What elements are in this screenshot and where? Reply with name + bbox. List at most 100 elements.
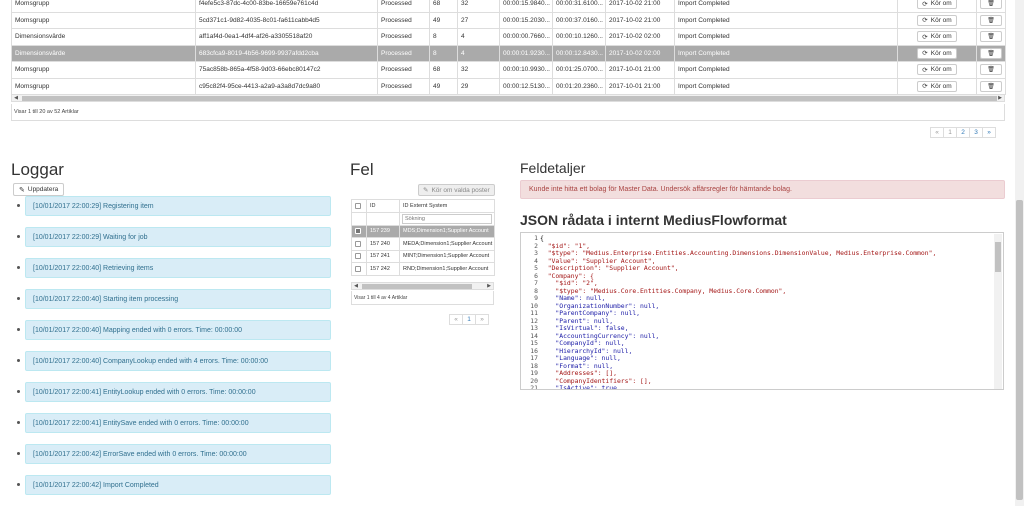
cell-time-2: 00:00:10.1260... xyxy=(552,28,606,46)
bullet-icon xyxy=(17,483,20,486)
select-all-checkbox[interactable] xyxy=(355,202,361,209)
cell-result: Import Completed xyxy=(674,11,898,29)
cell-result: Import Completed xyxy=(674,0,898,13)
delete-cell: 🗑 xyxy=(976,0,1006,13)
rerun-button[interactable]: ⟳ Kör om xyxy=(917,31,957,43)
page-link[interactable]: 3 xyxy=(969,127,983,138)
bullet-icon xyxy=(17,328,20,331)
error-alert: Kunde inte hitta ett bolag för Master Da… xyxy=(520,180,1005,199)
cell-type: Momsgrupp xyxy=(11,11,196,29)
scrollbar-thumb[interactable] xyxy=(22,96,997,101)
rerun-button[interactable]: ⟳ Kör om xyxy=(917,64,957,76)
rerun-cell: ⟳ Kör om xyxy=(897,11,977,29)
delete-button[interactable]: 🗑 xyxy=(980,0,1002,10)
scroll-left-icon[interactable]: ◀ xyxy=(12,95,20,102)
bullet-icon xyxy=(17,266,20,269)
search-input[interactable] xyxy=(402,213,492,224)
rerun-button[interactable]: ⟳ Kör om xyxy=(917,47,957,59)
log-entry: [10/01/2017 22:00:40] Starting item proc… xyxy=(25,289,331,309)
error-row[interactable]: 157 242 RND;Dimension1;Supplier Account xyxy=(351,262,495,276)
refresh-button[interactable]: ✎ Uppdatera xyxy=(13,183,65,196)
code-vertical-scrollbar[interactable] xyxy=(994,234,1002,389)
details-title: Feldetaljer xyxy=(520,160,586,176)
delete-button[interactable]: 🗑 xyxy=(980,14,1002,26)
delete-cell: 🗑 xyxy=(976,11,1006,29)
cell-count-a: 8 xyxy=(429,44,458,62)
rerun-button[interactable]: ⟳ Kör om xyxy=(917,80,957,92)
delete-cell: 🗑 xyxy=(976,28,1006,46)
scroll-left-icon[interactable]: ◀ xyxy=(352,283,360,290)
cell-id: f4efe5c3-87dc-4c00-83be-16659e761c4d xyxy=(195,0,378,13)
refresh-icon: ⟳ xyxy=(922,50,928,58)
bullet-icon xyxy=(17,297,20,300)
rerun-label: Kör om xyxy=(930,66,952,74)
page-link[interactable]: « xyxy=(449,314,463,325)
error-row[interactable]: 157 241 MINT;Dimension1;Supplier Account xyxy=(351,249,495,263)
table-row[interactable]: Momsgrupp f4efe5c3-87dc-4c00-83be-16659e7… xyxy=(11,0,1006,13)
log-entry: [10/01/2017 22:00:41] EntityLookup ended… xyxy=(25,382,331,402)
rerun-button[interactable]: ⟳ Kör om xyxy=(917,14,957,26)
delete-cell: 🗑 xyxy=(976,44,1006,62)
bullet-icon xyxy=(17,359,20,362)
log-item: [10/01/2017 22:00:41] EntitySave ended w… xyxy=(11,413,331,433)
row-checkbox[interactable] xyxy=(355,228,361,235)
import-table: Momsgrupp f4efe5c3-87dc-4c00-83be-16659e7… xyxy=(11,0,1006,95)
cell-type: Dimensionsvärde xyxy=(11,44,196,62)
cell-date: 2017-10-01 21:00 xyxy=(605,61,675,79)
delete-button[interactable]: 🗑 xyxy=(980,64,1002,76)
cell-result: Import Completed xyxy=(674,28,898,46)
errors-horizontal-scrollbar[interactable]: ◀ ▶ xyxy=(351,282,494,290)
code-content[interactable]: { "$id": "1", "$type": "Medius.Enterpris… xyxy=(540,234,936,389)
cell-id: aff1af4d-0ea1-4df4-af26-a3305518af20 xyxy=(195,28,378,46)
table-horizontal-scrollbar[interactable]: ◀ ▶ xyxy=(11,94,1005,102)
cell-time-1: 00:00:10.9930... xyxy=(499,61,553,79)
trash-icon: 🗑 xyxy=(987,83,995,90)
delete-button[interactable]: 🗑 xyxy=(980,47,1002,59)
delete-button[interactable]: 🗑 xyxy=(980,31,1002,43)
scrollbar-thumb[interactable] xyxy=(362,284,472,289)
log-item: [10/01/2017 22:00:29] Registering item xyxy=(11,196,331,216)
page-link[interactable]: » xyxy=(982,127,996,138)
page-link[interactable]: 2 xyxy=(956,127,970,138)
row-checkbox[interactable] xyxy=(355,265,361,272)
log-entry: [10/01/2017 22:00:42] Import Completed xyxy=(25,475,331,495)
cell-status: Processed xyxy=(377,77,430,95)
scroll-right-icon[interactable]: ▶ xyxy=(996,95,1004,102)
refresh-icon: ⟳ xyxy=(922,66,928,74)
page-link[interactable]: » xyxy=(475,314,489,325)
rerun-label: Kör om xyxy=(930,0,952,8)
refresh-icon: ⟳ xyxy=(922,83,928,91)
cell-result: Import Completed xyxy=(674,61,898,79)
cell-id: 5cd371c1-9d82-4035-8c01-fa611cabb4d5 xyxy=(195,11,378,29)
row-checkbox[interactable] xyxy=(355,253,361,260)
page-link[interactable]: 1 xyxy=(462,314,476,325)
col-header-external-id[interactable]: ID Externt System xyxy=(399,199,495,213)
filter-cell xyxy=(399,211,495,226)
page: Momsgrupp f4efe5c3-87dc-4c00-83be-16659e7… xyxy=(0,0,1024,506)
col-header-id[interactable]: ID xyxy=(366,199,400,213)
table-row[interactable]: Dimensionsvärde aff1af4d-0ea1-4df4-af26-a… xyxy=(11,28,1006,46)
log-item: [10/01/2017 22:00:40] Starting item proc… xyxy=(11,289,331,309)
error-row[interactable]: 157 239 MDS;Dimension1;Supplier Account xyxy=(351,224,495,238)
cell-count-a: 68 xyxy=(429,0,458,13)
table-row[interactable]: Momsgrupp c95c82f4-95ce-4413-a2a9-a3a8d7d… xyxy=(11,77,1006,95)
page-link[interactable]: 1 xyxy=(943,127,957,138)
cell-time-1: 00:00:12.5130... xyxy=(499,77,553,95)
scrollbar-thumb[interactable] xyxy=(995,242,1001,272)
page-link[interactable]: « xyxy=(930,127,944,138)
scroll-right-icon[interactable]: ▶ xyxy=(485,283,493,290)
error-row[interactable]: 157 240 MEDA;Dimension1;Supplier Account xyxy=(351,237,495,251)
cell-date: 2017-10-02 02:00 xyxy=(605,44,675,62)
table-row[interactable]: Dimensionsvärde 683cfca9-8019-4b56-9699-9… xyxy=(11,44,1006,62)
row-checkbox[interactable] xyxy=(355,240,361,247)
rerun-cell: ⟳ Kör om xyxy=(897,77,977,95)
page-scrollbar-thumb[interactable] xyxy=(1016,200,1023,500)
delete-button[interactable]: 🗑 xyxy=(980,80,1002,92)
rerun-button[interactable]: ⟳ Kör om xyxy=(917,0,957,10)
table-row[interactable]: Momsgrupp 5cd371c1-9d82-4035-8c01-fa611ca… xyxy=(11,11,1006,29)
page-vertical-scrollbar[interactable] xyxy=(1015,0,1024,506)
rerun-selected-button[interactable]: ✎ Kör om valda poster xyxy=(418,184,495,196)
delete-cell: 🗑 xyxy=(976,77,1006,95)
json-code-editor[interactable]: 1 2 3 4 5 6 7 8 9 10 11 12 13 14 15 16 17 18 19 20 21 { "$id… xyxy=(520,232,1004,390)
table-row[interactable]: Momsgrupp 75ac858b-865a-4f58-9d03-66ebc80… xyxy=(11,61,1006,79)
